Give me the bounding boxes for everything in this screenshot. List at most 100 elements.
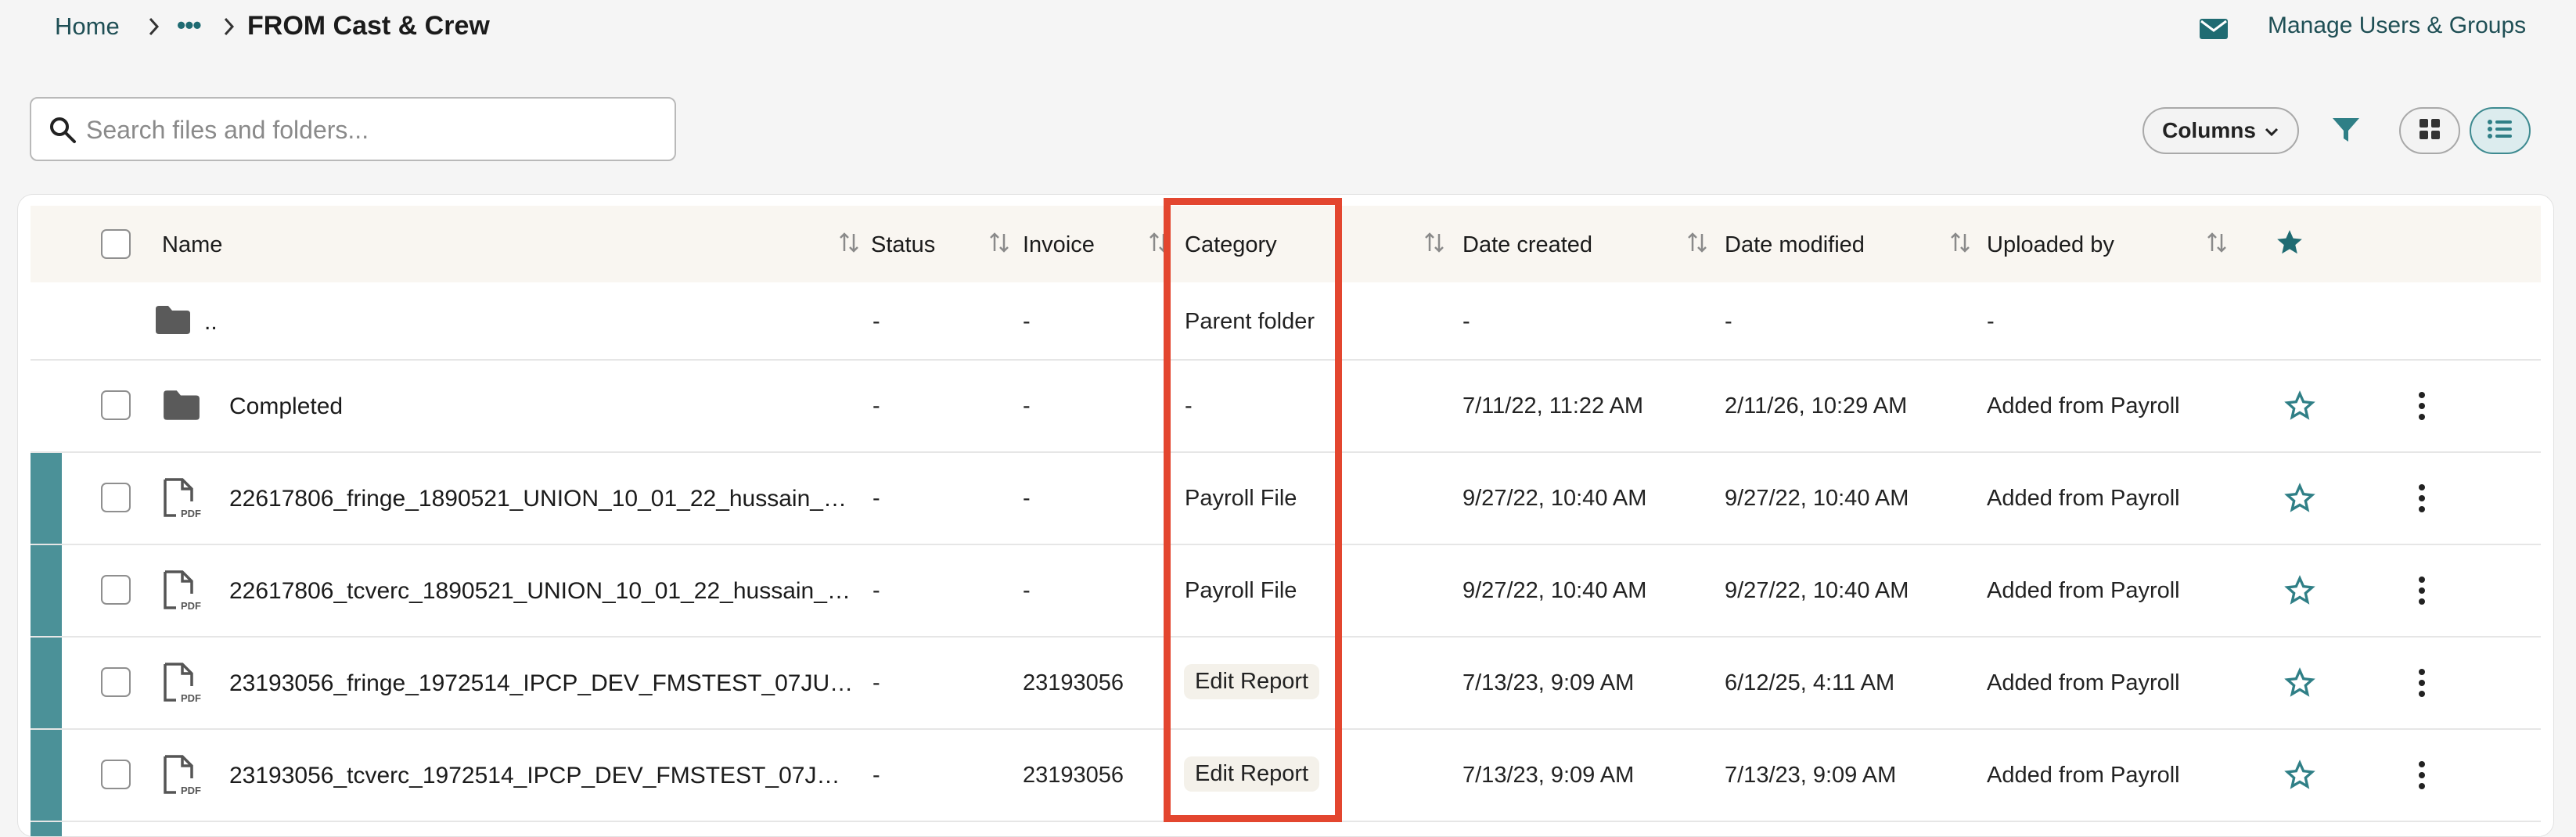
date-modified-value: 7/13/23, 9:09 AM <box>1725 763 1897 788</box>
sort-icon[interactable] <box>1949 231 1971 258</box>
status-value: - <box>872 486 880 511</box>
view-toggle <box>2399 107 2531 154</box>
status-value: - <box>872 578 880 603</box>
columns-button[interactable]: Columns <box>2142 107 2299 154</box>
invoice-value: - <box>1023 393 1031 419</box>
sort-icon[interactable] <box>2206 231 2228 258</box>
star-outline-icon[interactable] <box>2284 390 2315 426</box>
svg-text:PDF: PDF <box>181 785 201 796</box>
invoice-value: 23193056 <box>1023 763 1124 788</box>
svg-text:PDF: PDF <box>181 692 201 704</box>
row-checkbox[interactable] <box>101 575 131 605</box>
date-modified-value: - <box>1725 309 1732 334</box>
sort-icon[interactable] <box>988 231 1010 258</box>
chevron-down-icon <box>2264 118 2279 143</box>
mail-icon[interactable] <box>2199 17 2229 45</box>
uploaded-by-value: Added from Payroll <box>1987 763 2180 788</box>
invoice-value: - <box>1023 486 1031 511</box>
columns-button-label: Columns <box>2162 118 2256 142</box>
column-header-status[interactable]: Status <box>871 232 935 258</box>
star-outline-icon[interactable] <box>2284 575 2315 610</box>
status-value: - <box>872 393 880 419</box>
date-created-value: - <box>1462 309 1470 334</box>
star-filled-icon[interactable] <box>2275 228 2304 261</box>
status-value: - <box>872 763 880 788</box>
date-created-value: 7/11/22, 11:22 AM <box>1462 393 1644 419</box>
select-all-checkbox[interactable] <box>101 229 131 259</box>
star-outline-icon[interactable] <box>2284 760 2315 795</box>
sort-icon[interactable] <box>838 231 860 258</box>
invoice-value: - <box>1023 309 1031 334</box>
column-header-date-created[interactable]: Date created <box>1462 232 1592 258</box>
chevron-right-icon <box>222 16 236 41</box>
more-options-icon[interactable] <box>2417 667 2427 702</box>
filter-icon[interactable] <box>2330 114 2362 149</box>
pdf-file-icon: PDF <box>162 569 204 616</box>
more-options-icon[interactable] <box>2417 483 2427 518</box>
search-input[interactable] <box>85 108 667 152</box>
status-value: - <box>872 309 880 334</box>
pdf-file-icon: PDF <box>162 476 204 524</box>
folder-icon <box>154 304 192 339</box>
table-row[interactable] <box>31 822 2541 836</box>
list-view-icon <box>2487 118 2513 144</box>
uploaded-by-value: - <box>1987 309 1995 334</box>
file-name[interactable]: 23193056_fringe_1972514_IPCP_DEV_FMSTEST… <box>229 670 855 697</box>
star-outline-icon[interactable] <box>2284 667 2315 702</box>
column-header-uploaded-by[interactable]: Uploaded by <box>1987 232 2114 258</box>
date-created-value: 7/13/23, 9:09 AM <box>1462 670 1635 695</box>
uploaded-by-value: Added from Payroll <box>1987 670 2180 695</box>
invoice-value: 23193056 <box>1023 670 1124 695</box>
file-name[interactable]: 22617806_fringe_1890521_UNION_10_01_22_h… <box>229 486 855 512</box>
chevron-right-icon <box>147 16 161 41</box>
date-modified-value: 9/27/22, 10:40 AM <box>1725 486 1909 511</box>
more-options-icon[interactable] <box>2417 575 2427 610</box>
grid-view-button[interactable] <box>2399 107 2460 154</box>
status-value: - <box>872 670 880 695</box>
svg-text:PDF: PDF <box>181 600 201 612</box>
breadcrumb-more[interactable]: ••• <box>177 11 202 40</box>
date-created-value: 7/13/23, 9:09 AM <box>1462 763 1635 788</box>
row-accent-bar <box>31 730 62 821</box>
sort-icon[interactable] <box>1423 231 1445 258</box>
row-checkbox[interactable] <box>101 483 131 512</box>
category-column-highlight <box>1164 198 1342 822</box>
date-modified-value: 9/27/22, 10:40 AM <box>1725 578 1909 603</box>
row-accent-bar <box>31 638 62 728</box>
grid-view-icon <box>2418 117 2441 145</box>
file-name[interactable]: .. <box>204 309 218 336</box>
more-options-icon[interactable] <box>2417 760 2427 795</box>
row-checkbox[interactable] <box>101 390 131 420</box>
column-header-name[interactable]: Name <box>162 232 222 258</box>
folder-icon <box>162 389 201 426</box>
uploaded-by-value: Added from Payroll <box>1987 486 2180 511</box>
row-checkbox[interactable] <box>101 667 131 697</box>
uploaded-by-value: Added from Payroll <box>1987 578 2180 603</box>
manage-users-groups-link[interactable]: Manage Users & Groups <box>2268 13 2526 39</box>
search-box[interactable] <box>30 97 676 161</box>
row-accent-bar <box>31 545 62 636</box>
file-name[interactable]: 22617806_tcverc_1890521_UNION_10_01_22_h… <box>229 578 855 605</box>
search-icon <box>49 116 77 148</box>
date-modified-value: 2/11/26, 10:29 AM <box>1725 393 1908 419</box>
breadcrumb-current: FROM Cast & Crew <box>247 11 490 41</box>
list-view-button[interactable] <box>2470 107 2531 154</box>
row-accent-bar <box>31 453 62 544</box>
row-accent-bar <box>31 822 62 836</box>
date-created-value: 9/27/22, 10:40 AM <box>1462 486 1647 511</box>
svg-text:PDF: PDF <box>181 508 201 519</box>
column-header-invoice[interactable]: Invoice <box>1023 232 1095 258</box>
file-name[interactable]: 23193056_tcverc_1972514_IPCP_DEV_FMSTEST… <box>229 763 855 789</box>
row-checkbox[interactable] <box>101 760 131 789</box>
breadcrumb-home[interactable]: Home <box>55 13 120 41</box>
invoice-value: - <box>1023 578 1031 603</box>
pdf-file-icon: PDF <box>162 661 204 709</box>
pdf-file-icon: PDF <box>162 753 204 801</box>
star-outline-icon[interactable] <box>2284 483 2315 518</box>
sort-icon[interactable] <box>1686 231 1708 258</box>
file-name[interactable]: Completed <box>229 393 343 420</box>
date-modified-value: 6/12/25, 4:11 AM <box>1725 670 1895 695</box>
column-header-date-modified[interactable]: Date modified <box>1725 232 1865 258</box>
more-options-icon[interactable] <box>2417 390 2427 426</box>
uploaded-by-value: Added from Payroll <box>1987 393 2180 419</box>
